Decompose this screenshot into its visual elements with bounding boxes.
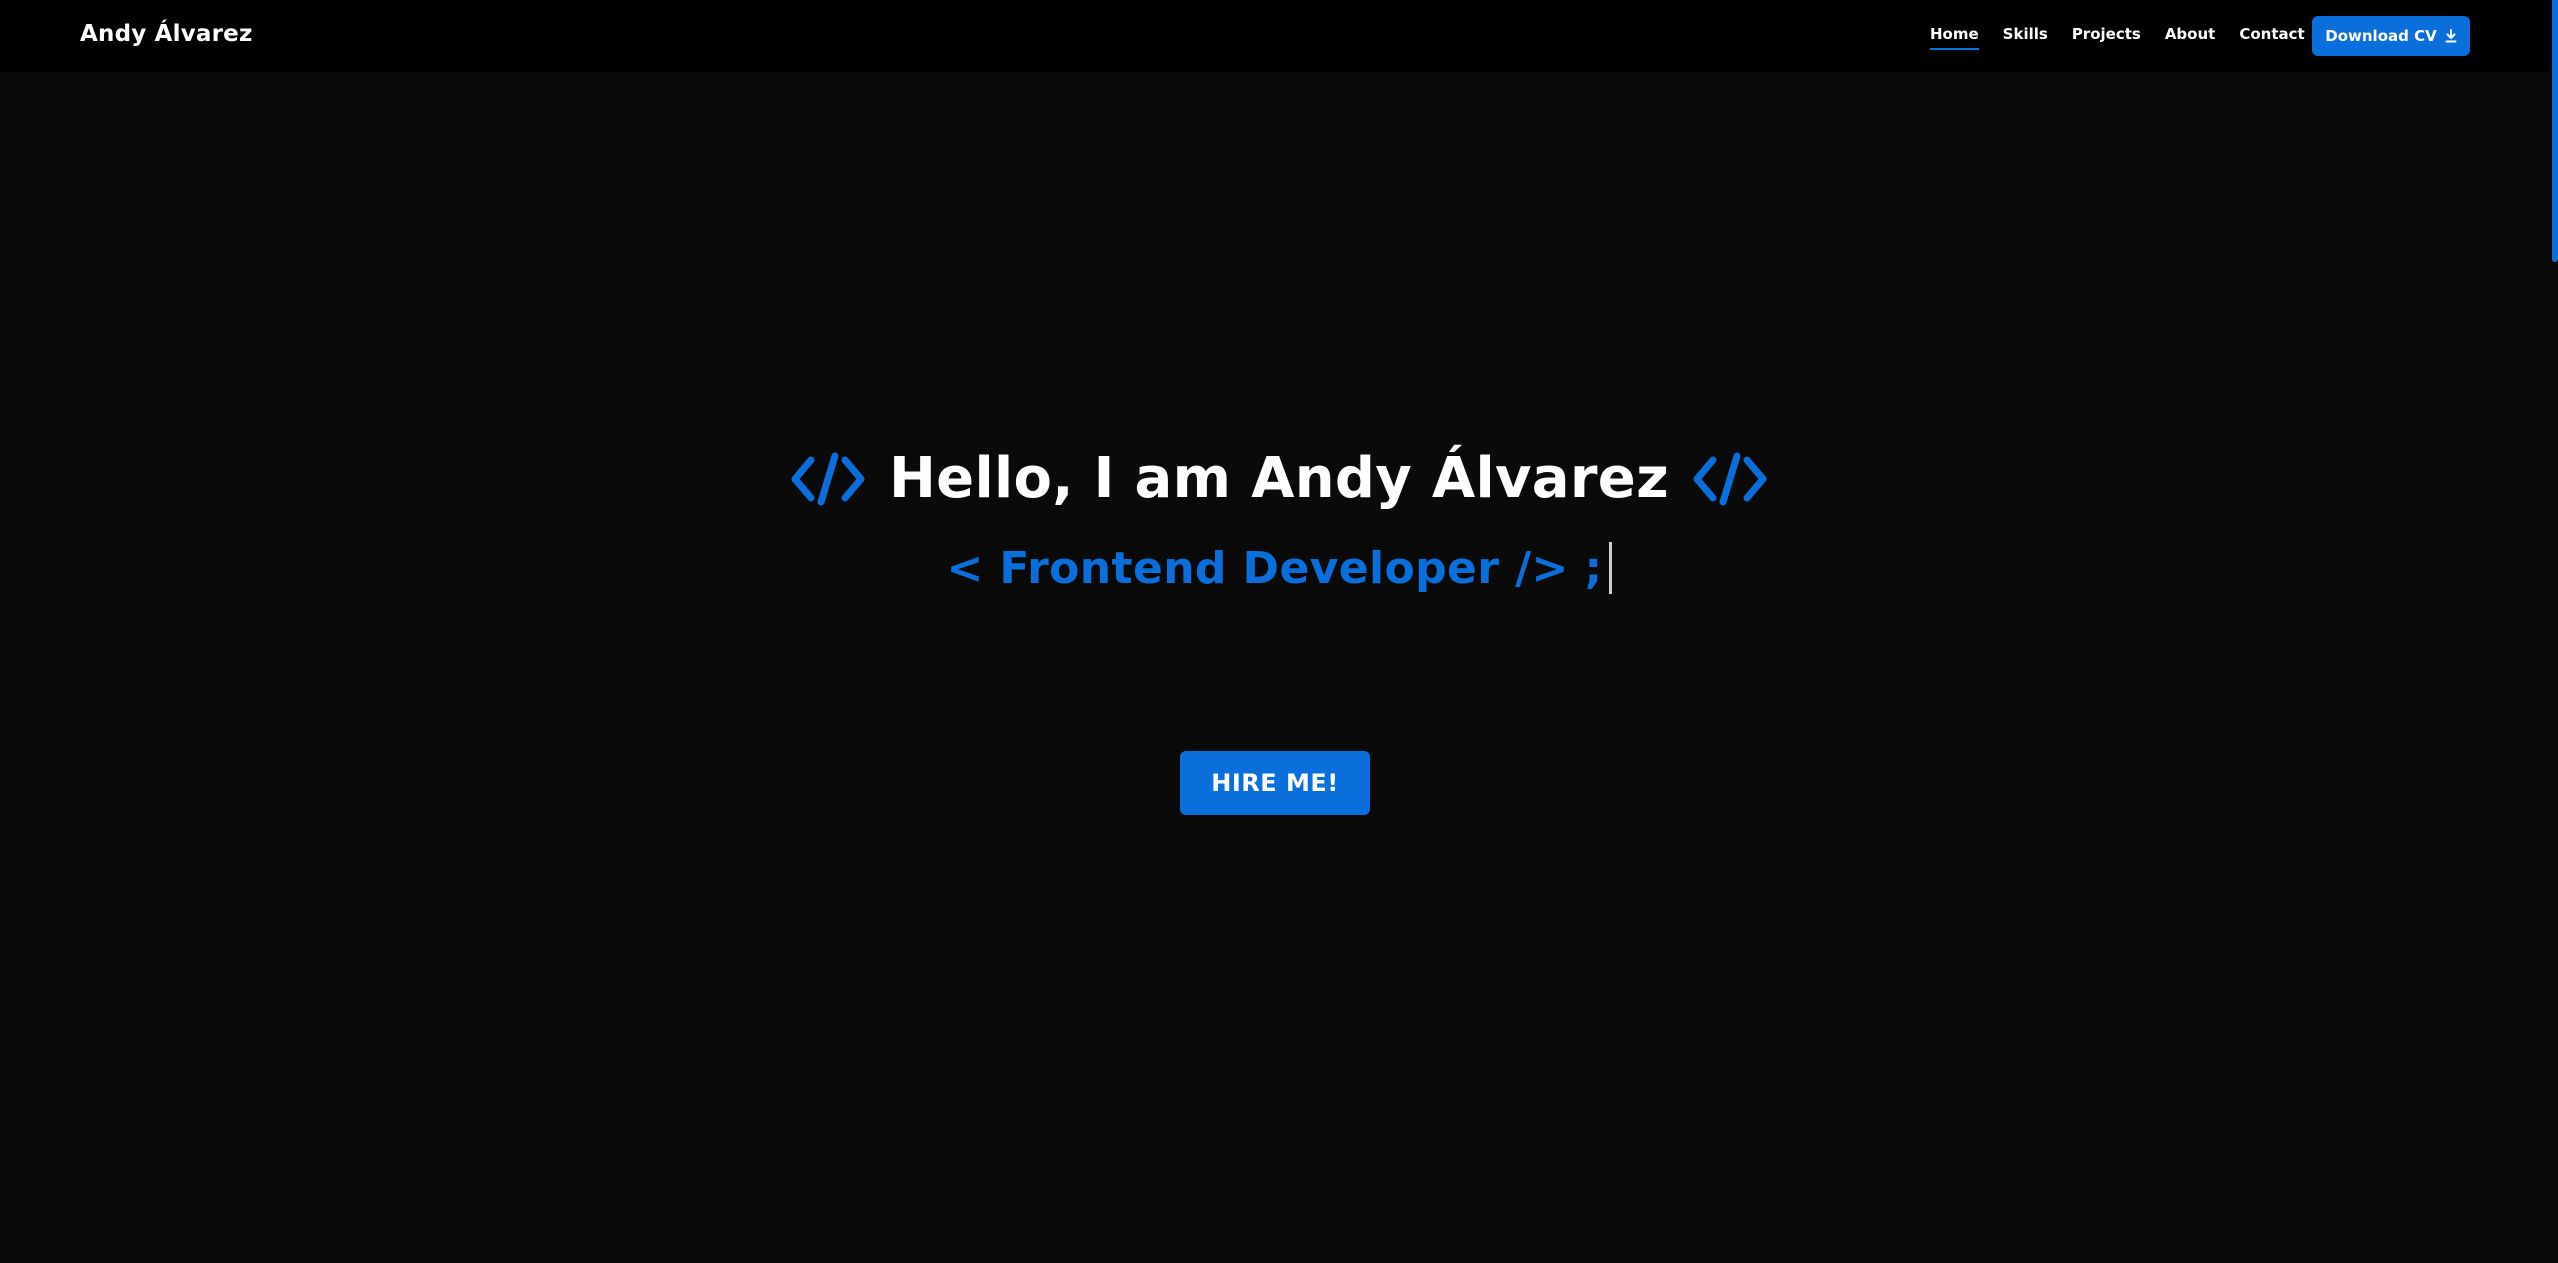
code-icon-left: [789, 450, 867, 508]
download-icon: [2445, 29, 2457, 43]
download-cv-button[interactable]: Download CV: [2312, 16, 2470, 56]
nav-item-contact[interactable]: Contact: [2239, 25, 2304, 43]
nav-item-skills[interactable]: Skills: [2003, 25, 2048, 43]
hero-section: Hello, I am Andy Álvarez < Frontend Deve…: [0, 71, 2558, 1263]
navbar: Andy Álvarez Home Skills Projects About …: [0, 0, 2558, 71]
nav-item-about[interactable]: About: [2165, 25, 2216, 43]
hero-title: Hello, I am Andy Álvarez: [889, 446, 1669, 511]
typing-caret: [1608, 542, 1612, 594]
brand-name[interactable]: Andy Álvarez: [80, 21, 253, 47]
hire-me-button[interactable]: HIRE ME!: [1180, 751, 1370, 815]
hero-title-row: Hello, I am Andy Álvarez: [0, 446, 2558, 511]
hero-subtitle: < Frontend Developer /> ;: [946, 542, 1603, 594]
hero-subtitle-row: < Frontend Developer /> ;: [0, 542, 2558, 594]
hire-me-label: HIRE ME!: [1211, 769, 1339, 797]
code-icon-right: [1691, 450, 1769, 508]
nav-item-home[interactable]: Home: [1930, 25, 1979, 50]
download-cv-label: Download CV: [2325, 27, 2437, 45]
nav-item-projects[interactable]: Projects: [2072, 25, 2141, 43]
nav-links: Home Skills Projects About Contact: [1930, 25, 2305, 50]
page: Andy Álvarez Home Skills Projects About …: [0, 0, 2558, 1263]
